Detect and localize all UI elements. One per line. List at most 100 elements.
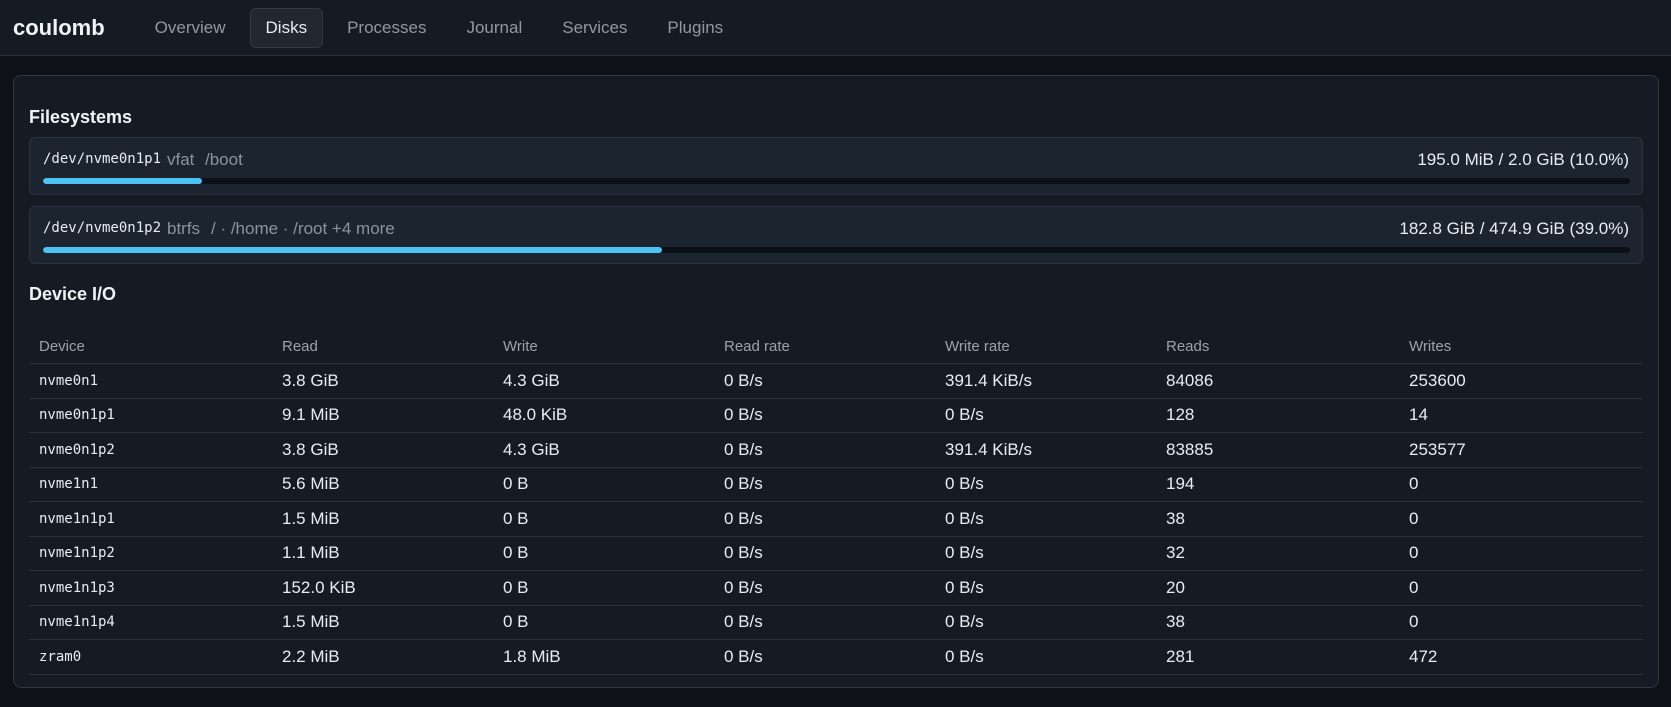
cell-write-rate: 391.4 KiB/s bbox=[935, 363, 1156, 399]
filesystem-device: /dev/nvme0n1p1 bbox=[43, 151, 162, 167]
cell-reads: 38 bbox=[1156, 501, 1399, 537]
tab-services[interactable]: Services bbox=[546, 8, 643, 48]
cell-writes: 253600 bbox=[1399, 363, 1643, 399]
usage-bar-track bbox=[43, 247, 1630, 253]
tab-journal[interactable]: Journal bbox=[450, 8, 538, 48]
cell-writes: 472 bbox=[1399, 639, 1643, 675]
device-io-table: Device Read Write Read rate Write rate R… bbox=[29, 329, 1643, 675]
cell-device: nvme0n1p2 bbox=[29, 432, 272, 468]
tab-disks[interactable]: Disks bbox=[249, 7, 324, 48]
table-row: nvme1n1p4 1.5 MiB 0 B 0 B/s 0 B/s 38 0 bbox=[29, 605, 1643, 640]
cell-reads: 194 bbox=[1156, 467, 1399, 502]
cell-read-rate: 0 B/s bbox=[714, 398, 935, 433]
cell-reads: 32 bbox=[1156, 536, 1399, 571]
cell-writes: 253577 bbox=[1399, 432, 1643, 468]
cell-write-rate: 0 B/s bbox=[935, 501, 1156, 537]
filesystems-heading: Filesystems bbox=[29, 107, 133, 127]
cell-read: 9.1 MiB bbox=[272, 398, 493, 433]
tab-overview[interactable]: Overview bbox=[139, 8, 242, 48]
tab-processes[interactable]: Processes bbox=[331, 8, 442, 48]
cell-write: 48.0 KiB bbox=[493, 398, 714, 433]
cell-reads: 38 bbox=[1156, 605, 1399, 640]
filesystem-mounts: / · /home · /root +4 more bbox=[211, 219, 395, 238]
app-title[interactable]: coulomb bbox=[13, 15, 105, 41]
cell-read-rate: 0 B/s bbox=[714, 605, 935, 640]
cell-device: nvme1n1 bbox=[29, 467, 272, 502]
cell-reads: 20 bbox=[1156, 570, 1399, 606]
cell-write: 0 B bbox=[493, 570, 714, 606]
cell-read: 3.8 GiB bbox=[272, 363, 493, 399]
table-row: nvme1n1p1 1.5 MiB 0 B 0 B/s 0 B/s 38 0 bbox=[29, 501, 1643, 537]
cell-read: 1.5 MiB bbox=[272, 605, 493, 640]
cell-write: 0 B bbox=[493, 536, 714, 571]
cell-device: nvme1n1p3 bbox=[29, 570, 272, 606]
top-navigation-bar: coulomb Overview Disks Processes Journal… bbox=[0, 0, 1671, 56]
filesystem-device: /dev/nvme0n1p2 bbox=[43, 220, 162, 236]
cell-read-rate: 0 B/s bbox=[714, 501, 935, 537]
cell-read-rate: 0 B/s bbox=[714, 536, 935, 571]
column-header-device[interactable]: Device bbox=[29, 329, 272, 364]
cell-write-rate: 0 B/s bbox=[935, 467, 1156, 502]
cell-read-rate: 0 B/s bbox=[714, 467, 935, 502]
cell-read: 1.1 MiB bbox=[272, 536, 493, 571]
cell-device: nvme0n1 bbox=[29, 363, 272, 399]
cell-write: 4.3 GiB bbox=[493, 363, 714, 399]
cell-read: 152.0 KiB bbox=[272, 570, 493, 606]
cell-write-rate: 0 B/s bbox=[935, 570, 1156, 606]
cell-write-rate: 0 B/s bbox=[935, 536, 1156, 571]
cell-device: nvme0n1p1 bbox=[29, 398, 272, 433]
column-header-read-rate[interactable]: Read rate bbox=[714, 329, 935, 364]
filesystem-usage: 182.8 GiB / 474.9 GiB (39.0%) bbox=[1399, 219, 1629, 238]
disks-panel: Filesystems /dev/nvme0n1p1 vfat /boot 19… bbox=[13, 75, 1659, 688]
filesystem-mounts: /boot bbox=[205, 150, 243, 169]
device-io-heading: Device I/O bbox=[29, 284, 117, 304]
column-header-write-rate[interactable]: Write rate bbox=[935, 329, 1156, 364]
table-row: nvme1n1 5.6 MiB 0 B 0 B/s 0 B/s 194 0 bbox=[29, 467, 1643, 502]
cell-reads: 84086 bbox=[1156, 363, 1399, 399]
column-header-read[interactable]: Read bbox=[272, 329, 493, 364]
cell-write: 0 B bbox=[493, 605, 714, 640]
table-row: nvme1n1p3 152.0 KiB 0 B 0 B/s 0 B/s 20 0 bbox=[29, 570, 1643, 606]
cell-write-rate: 0 B/s bbox=[935, 639, 1156, 675]
tab-plugins[interactable]: Plugins bbox=[651, 8, 739, 48]
column-header-reads[interactable]: Reads bbox=[1156, 329, 1399, 364]
cell-device: nvme1n1p2 bbox=[29, 536, 272, 571]
cell-writes: 0 bbox=[1399, 467, 1643, 502]
table-row: nvme1n1p2 1.1 MiB 0 B 0 B/s 0 B/s 32 0 bbox=[29, 536, 1643, 571]
table-row: zram0 2.2 MiB 1.8 MiB 0 B/s 0 B/s 281 47… bbox=[29, 639, 1643, 675]
table-row: nvme0n1p1 9.1 MiB 48.0 KiB 0 B/s 0 B/s 1… bbox=[29, 398, 1643, 433]
cell-read-rate: 0 B/s bbox=[714, 639, 935, 675]
filesystem-item: /dev/nvme0n1p1 vfat /boot 195.0 MiB / 2.… bbox=[29, 137, 1643, 195]
filesystem-usage: 195.0 MiB / 2.0 GiB (10.0%) bbox=[1417, 150, 1629, 169]
cell-write-rate: 0 B/s bbox=[935, 605, 1156, 640]
cell-reads: 281 bbox=[1156, 639, 1399, 675]
cell-read: 5.6 MiB bbox=[272, 467, 493, 502]
cell-read-rate: 0 B/s bbox=[714, 432, 935, 468]
cell-read-rate: 0 B/s bbox=[714, 570, 935, 606]
filesystem-type: btrfs bbox=[167, 219, 201, 238]
cell-write: 1.8 MiB bbox=[493, 639, 714, 675]
cell-write: 4.3 GiB bbox=[493, 432, 714, 468]
cell-writes: 0 bbox=[1399, 605, 1643, 640]
column-header-writes[interactable]: Writes bbox=[1399, 329, 1643, 364]
filesystem-item: /dev/nvme0n1p2 btrfs / · /home · /root +… bbox=[29, 206, 1643, 264]
usage-bar-fill bbox=[43, 178, 202, 184]
cell-reads: 128 bbox=[1156, 398, 1399, 433]
cell-read: 1.5 MiB bbox=[272, 501, 493, 537]
cell-write: 0 B bbox=[493, 467, 714, 502]
cell-device: nvme1n1p4 bbox=[29, 605, 272, 640]
usage-bar-track bbox=[43, 178, 1630, 184]
cell-device: nvme1n1p1 bbox=[29, 501, 272, 537]
filesystem-type: vfat bbox=[167, 150, 195, 169]
table-row: nvme0n1p2 3.8 GiB 4.3 GiB 0 B/s 391.4 Ki… bbox=[29, 432, 1643, 468]
cell-write: 0 B bbox=[493, 501, 714, 537]
cell-writes: 14 bbox=[1399, 398, 1643, 433]
cell-write-rate: 0 B/s bbox=[935, 398, 1156, 433]
cell-writes: 0 bbox=[1399, 536, 1643, 571]
table-header-row: Device Read Write Read rate Write rate R… bbox=[29, 329, 1643, 364]
cell-writes: 0 bbox=[1399, 570, 1643, 606]
cell-device: zram0 bbox=[29, 639, 272, 675]
cell-write-rate: 391.4 KiB/s bbox=[935, 432, 1156, 468]
cell-read: 3.8 GiB bbox=[272, 432, 493, 468]
column-header-write[interactable]: Write bbox=[493, 329, 714, 364]
